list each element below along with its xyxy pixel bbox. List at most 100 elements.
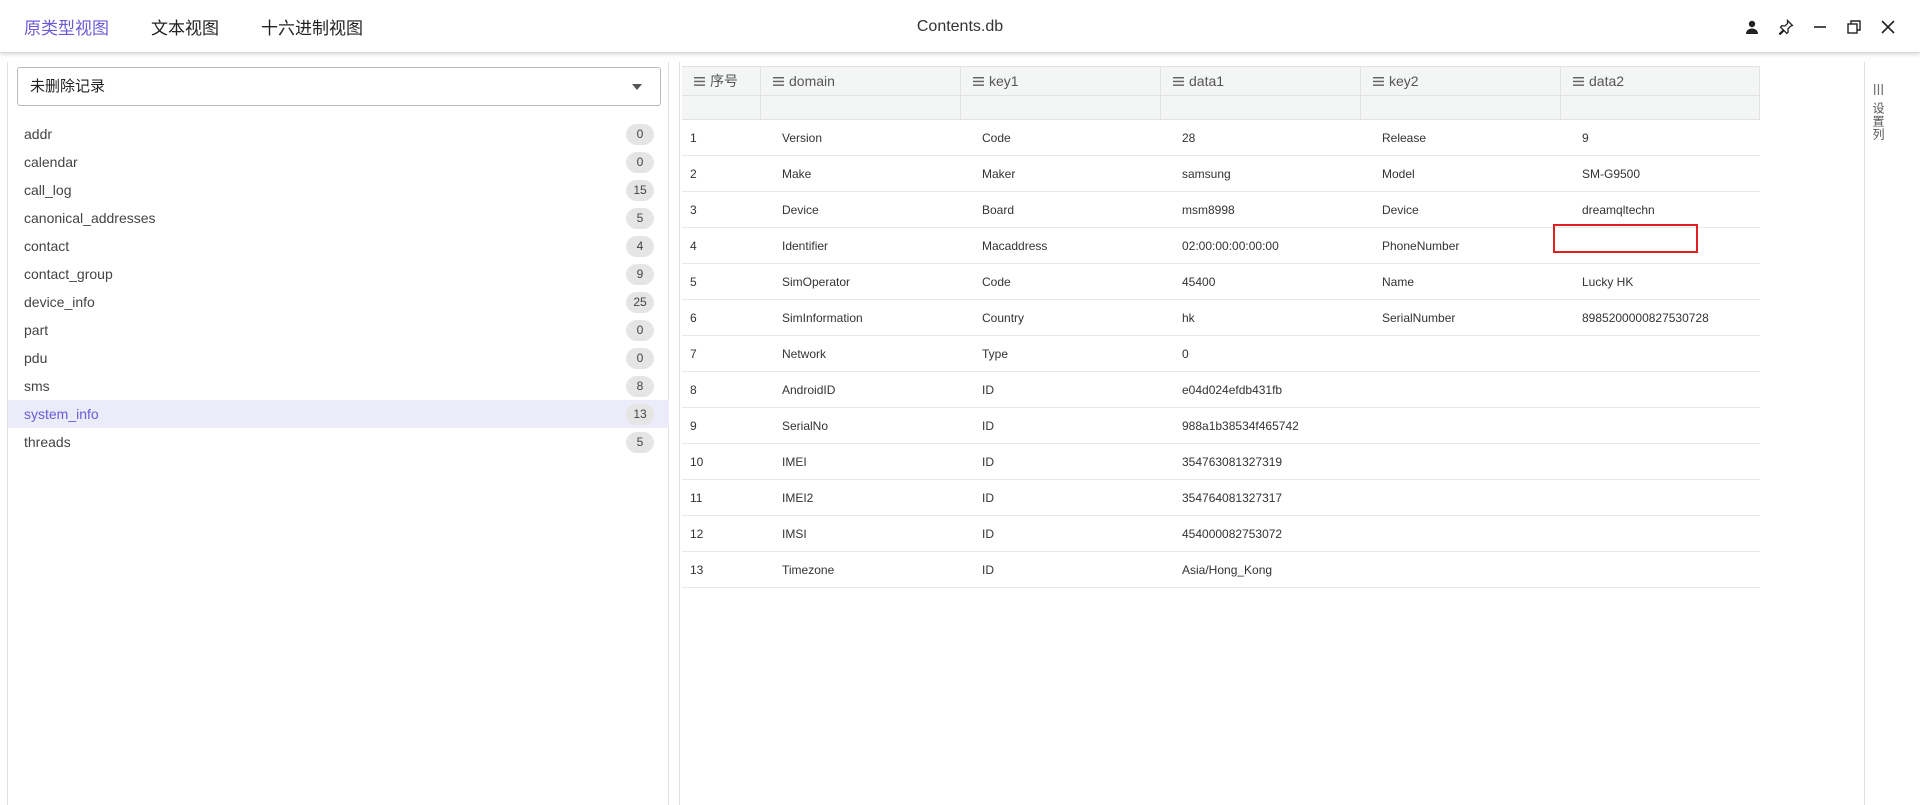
cell-data1[interactable]: e04d024efdb431fb xyxy=(1161,372,1361,407)
cell-data2[interactable] xyxy=(1561,480,1760,515)
table-item-system-info[interactable]: system_info 13 xyxy=(8,400,669,428)
cell-data1[interactable]: 45400 xyxy=(1161,264,1361,299)
cell-domain[interactable]: Timezone xyxy=(761,552,961,587)
cell-index[interactable]: 6 xyxy=(682,300,761,335)
cell-key2[interactable] xyxy=(1361,480,1561,515)
column-header-domain[interactable]: domain xyxy=(761,67,961,95)
table-row[interactable]: 2 Make Maker samsung Model SM-G9500 xyxy=(682,156,1760,192)
cell-data2[interactable]: 9 xyxy=(1561,120,1760,155)
cell-key1[interactable]: ID xyxy=(961,552,1161,587)
cell-key2[interactable]: Name xyxy=(1361,264,1561,299)
table-row[interactable]: 9 SerialNo ID 988a1b38534f465742 xyxy=(682,408,1760,444)
cell-data1[interactable]: 354764081327317 xyxy=(1161,480,1361,515)
cell-data1[interactable]: hk xyxy=(1161,300,1361,335)
cell-index[interactable]: 13 xyxy=(682,552,761,587)
table-item-pdu[interactable]: pdu 0 xyxy=(8,344,669,372)
pin-icon[interactable] xyxy=(1778,18,1794,35)
cell-index[interactable]: 7 xyxy=(682,336,761,371)
cell-data1[interactable]: 454000082753072 xyxy=(1161,516,1361,551)
cell-data1[interactable]: 02:00:00:00:00:00 xyxy=(1161,228,1361,263)
cell-key2[interactable] xyxy=(1361,408,1561,443)
table-row[interactable]: 4 Identifier Macaddress 02:00:00:00:00:00 Ph… xyxy=(682,228,1760,264)
cell-domain[interactable]: Identifier xyxy=(761,228,961,263)
column-header-key2[interactable]: key2 xyxy=(1361,67,1561,95)
cell-data2[interactable] xyxy=(1561,516,1760,551)
cell-index[interactable]: 11 xyxy=(682,480,761,515)
cell-index[interactable]: 4 xyxy=(682,228,761,263)
cell-data2[interactable] xyxy=(1561,408,1760,443)
cell-key1[interactable]: Type xyxy=(961,336,1161,371)
cell-data1[interactable]: Asia/Hong_Kong xyxy=(1161,552,1361,587)
cell-data2[interactable]: 8985200000827530728 xyxy=(1561,300,1760,335)
tab-native-view[interactable]: 原类型视图 xyxy=(24,14,109,39)
cell-domain[interactable]: Version xyxy=(761,120,961,155)
restore-icon[interactable] xyxy=(1846,19,1862,35)
cell-domain[interactable]: AndroidID xyxy=(761,372,961,407)
cell-domain[interactable]: SimOperator xyxy=(761,264,961,299)
cell-key1[interactable]: ID xyxy=(961,408,1161,443)
table-row[interactable]: 7 Network Type 0 xyxy=(682,336,1760,372)
table-row[interactable]: 1 Version Code 28 Release 9 xyxy=(682,120,1760,156)
filter-input-data1[interactable] xyxy=(1161,96,1360,119)
table-row[interactable]: 10 IMEI ID 354763081327319 xyxy=(682,444,1760,480)
cell-key2[interactable] xyxy=(1361,552,1561,587)
cell-key1[interactable]: ID xyxy=(961,480,1161,515)
tab-text-view[interactable]: 文本视图 xyxy=(151,14,219,39)
column-header-index[interactable]: 序号 xyxy=(682,67,761,95)
table-item-part[interactable]: part 0 xyxy=(8,316,669,344)
cell-domain[interactable]: Device xyxy=(761,192,961,227)
cell-key2[interactable]: PhoneNumber xyxy=(1361,228,1561,263)
cell-key2[interactable] xyxy=(1361,372,1561,407)
cell-domain[interactable]: IMEI xyxy=(761,444,961,479)
cell-data1[interactable]: 0 xyxy=(1161,336,1361,371)
cell-data2[interactable]: SM-G9500 xyxy=(1561,156,1760,191)
cell-index[interactable]: 8 xyxy=(682,372,761,407)
cell-index[interactable]: 9 xyxy=(682,408,761,443)
cell-data1[interactable]: 28 xyxy=(1161,120,1361,155)
cell-key2[interactable]: Release xyxy=(1361,120,1561,155)
table-item-sms[interactable]: sms 8 xyxy=(8,372,669,400)
table-row[interactable]: 5 SimOperator Code 45400 Name Lucky HK xyxy=(682,264,1760,300)
cell-data1[interactable]: 354763081327319 xyxy=(1161,444,1361,479)
column-header-data2[interactable]: data2 xyxy=(1561,67,1760,95)
cell-data2[interactable] xyxy=(1561,336,1760,371)
cell-index[interactable]: 12 xyxy=(682,516,761,551)
column-settings-tab[interactable]: 设置列 xyxy=(1864,62,1891,805)
record-filter-select[interactable]: 未删除记录 xyxy=(17,67,661,106)
cell-domain[interactable]: IMEI2 xyxy=(761,480,961,515)
cell-index[interactable]: 3 xyxy=(682,192,761,227)
cell-key2[interactable]: Device xyxy=(1361,192,1561,227)
cell-domain[interactable]: Network xyxy=(761,336,961,371)
cell-data2[interactable] xyxy=(1561,228,1760,263)
column-header-key1[interactable]: key1 xyxy=(961,67,1161,95)
cell-domain[interactable]: IMSI xyxy=(761,516,961,551)
table-item-canonical-addresses[interactable]: canonical_addresses 5 xyxy=(8,204,669,232)
table-item-contact[interactable]: contact 4 xyxy=(8,232,669,260)
cell-domain[interactable]: SimInformation xyxy=(761,300,961,335)
table-row[interactable]: 12 IMSI ID 454000082753072 xyxy=(682,516,1760,552)
table-row[interactable]: 8 AndroidID ID e04d024efdb431fb xyxy=(682,372,1760,408)
table-item-addr[interactable]: addr 0 xyxy=(8,120,669,148)
user-icon[interactable] xyxy=(1744,19,1760,35)
column-settings-toggle[interactable]: 设置列 xyxy=(1865,82,1892,141)
cell-index[interactable]: 1 xyxy=(682,120,761,155)
cell-key1[interactable]: Maker xyxy=(961,156,1161,191)
table-item-calendar[interactable]: calendar 0 xyxy=(8,148,669,176)
cell-key1[interactable]: Code xyxy=(961,264,1161,299)
cell-data2[interactable]: Lucky HK xyxy=(1561,264,1760,299)
cell-key2[interactable] xyxy=(1361,336,1561,371)
cell-data2[interactable] xyxy=(1561,444,1760,479)
cell-key1[interactable]: ID xyxy=(961,516,1161,551)
cell-index[interactable]: 10 xyxy=(682,444,761,479)
cell-index[interactable]: 2 xyxy=(682,156,761,191)
filter-input-data2[interactable] xyxy=(1561,96,1759,119)
cell-key2[interactable]: SerialNumber xyxy=(1361,300,1561,335)
close-icon[interactable] xyxy=(1880,19,1896,35)
cell-key2[interactable] xyxy=(1361,516,1561,551)
cell-data1[interactable]: msm8998 xyxy=(1161,192,1361,227)
table-row[interactable]: 11 IMEI2 ID 354764081327317 xyxy=(682,480,1760,516)
cell-data2[interactable] xyxy=(1561,372,1760,407)
table-row[interactable]: 6 SimInformation Country hk SerialNumber 8985… xyxy=(682,300,1760,336)
cell-key1[interactable]: Code xyxy=(961,120,1161,155)
cell-domain[interactable]: SerialNo xyxy=(761,408,961,443)
